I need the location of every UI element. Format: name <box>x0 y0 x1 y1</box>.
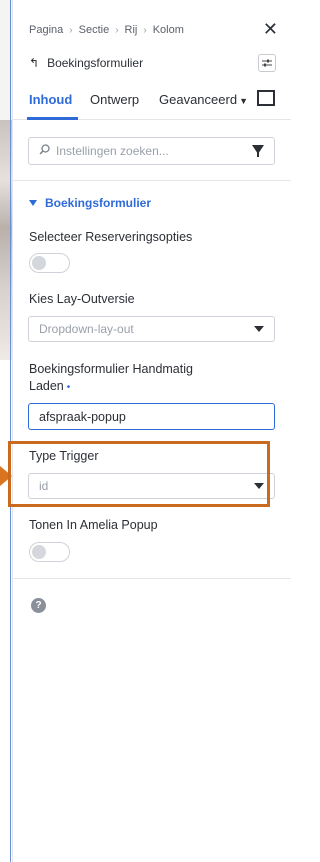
back-icon[interactable]: ↰ <box>29 56 39 70</box>
panel-title: Boekingsformulier <box>47 56 144 70</box>
amelia-popup-label: Tonen In Amelia Popup <box>29 518 158 532</box>
filter-icon-stem <box>257 152 259 157</box>
search-input[interactable]: Instellingen zoeken... <box>56 144 264 158</box>
tab-geavanceerd[interactable]: Geavanceerd ▼ <box>159 92 248 107</box>
manual-load-label-line2-row: Laden • <box>29 378 193 396</box>
settings-search[interactable]: Instellingen zoeken... <box>28 137 275 165</box>
search-icon <box>39 144 50 158</box>
sliders-icon <box>262 59 272 67</box>
caret-down-icon: ▼ <box>239 96 248 106</box>
breadcrumb-separator: › <box>69 24 73 36</box>
help-icon[interactable]: ? <box>31 598 46 613</box>
amelia-popup-toggle[interactable] <box>29 542 70 562</box>
annotation-highlight-box <box>8 441 270 507</box>
manual-load-input[interactable]: afspraak-popup <box>28 403 275 430</box>
manual-load-label-line1: Boekingsformulier Handmatig <box>29 362 193 376</box>
tab-ontwerp[interactable]: Ontwerp <box>90 92 139 107</box>
divider <box>13 578 291 579</box>
panel-title-row: ↰ Boekingsformulier <box>29 56 143 70</box>
breadcrumb-item-pagina[interactable]: Pagina <box>29 24 63 36</box>
settings-panel: Pagina › Sectie › Rij › Kolom ✕ ↰ Boekin… <box>12 0 291 862</box>
breadcrumb-item-rij[interactable]: Rij <box>125 24 138 36</box>
toggle-knob <box>32 256 46 270</box>
tab-bar: Inhoud Ontwerp Geavanceerd ▼ <box>13 84 291 120</box>
breadcrumb-separator: › <box>115 24 119 36</box>
layout-version-value: Dropdown-lay-out <box>39 322 134 336</box>
breadcrumb: Pagina › Sectie › Rij › Kolom <box>29 24 184 36</box>
square-icon[interactable] <box>257 90 275 106</box>
close-icon[interactable]: ✕ <box>263 20 278 38</box>
active-tab-indicator <box>27 117 78 120</box>
layout-version-select[interactable]: Dropdown-lay-out <box>28 316 275 342</box>
tab-inhoud[interactable]: Inhoud <box>29 92 72 107</box>
reservation-options-toggle[interactable] <box>29 253 70 273</box>
collapse-icon <box>29 200 37 206</box>
breadcrumb-item-sectie[interactable]: Sectie <box>79 24 110 36</box>
section-header-boekingsformulier[interactable]: Boekingsformulier <box>29 196 151 210</box>
preview-selection-line <box>10 0 11 862</box>
reservation-options-label: Selecteer Reserveringsopties <box>29 230 193 244</box>
layout-toggle-button[interactable] <box>258 54 276 72</box>
tab-geavanceerd-label: Geavanceerd <box>159 92 238 107</box>
breadcrumb-separator: › <box>143 24 147 36</box>
layout-version-label: Kies Lay-Outversie <box>29 292 135 306</box>
toggle-knob <box>32 545 46 559</box>
manual-load-label: Boekingsformulier Handmatig Laden • <box>29 361 193 396</box>
page-preview-strip <box>0 0 12 862</box>
chevron-down-icon <box>254 326 264 332</box>
section-title: Boekingsformulier <box>45 196 152 210</box>
divider <box>13 180 291 181</box>
manual-load-label-line2: Laden <box>29 379 64 393</box>
breadcrumb-item-kolom[interactable]: Kolom <box>153 24 184 36</box>
required-indicator: • <box>66 382 71 393</box>
